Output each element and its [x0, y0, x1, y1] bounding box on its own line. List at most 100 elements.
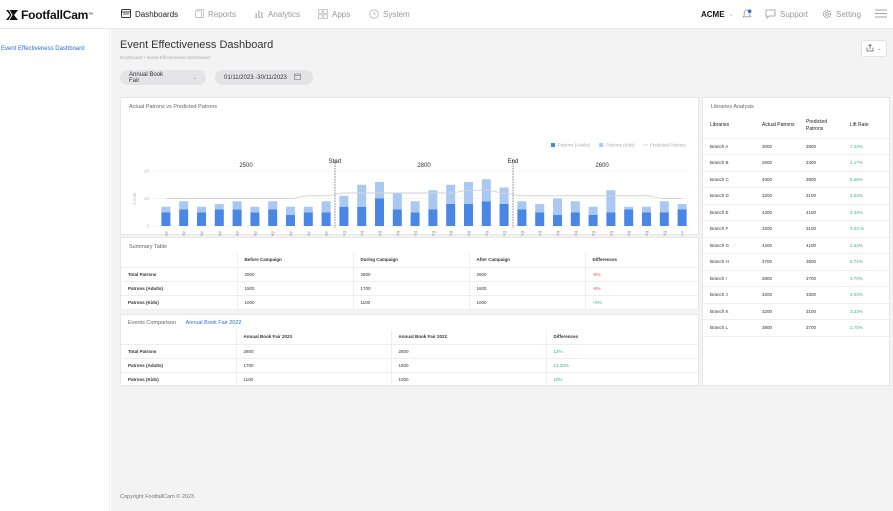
- brand-name: FootfallCam: [21, 7, 89, 22]
- support-button[interactable]: Support: [765, 8, 808, 21]
- table-cell: 4100: [799, 237, 843, 254]
- x-tick-label: 08 Aug: [466, 231, 471, 236]
- reports-icon: [195, 9, 204, 20]
- table-cell: 2600: [468, 267, 585, 282]
- table-cell: Branch A: [703, 138, 755, 155]
- chevron-down-icon: ⌄: [877, 45, 882, 52]
- bar-kids: [642, 206, 651, 213]
- notifications-button[interactable]: [742, 8, 752, 21]
- x-tick-label: 10 Aug: [502, 231, 507, 236]
- table-cell: 4200: [755, 204, 799, 221]
- summary-card: Summary Table Before Campaign During Cam…: [120, 237, 699, 310]
- table-cell: Branch D: [703, 187, 755, 205]
- x-tick-label: 13 Aug: [555, 231, 560, 236]
- legend-swatch: [551, 143, 555, 147]
- table-cell: Branch F: [703, 220, 755, 238]
- bar-kids: [214, 204, 224, 210]
- setting-label: Setting: [836, 10, 861, 19]
- lift-rate-cell: 3.03%: [843, 286, 889, 304]
- bar-adults: [268, 209, 278, 226]
- legend-label: Patrons (Adults): [558, 143, 591, 148]
- compare-event-link[interactable]: Annual Book Fair 2022: [186, 320, 242, 326]
- nav-system-label: System: [383, 10, 410, 19]
- calendar-icon: [293, 73, 301, 82]
- account-selector[interactable]: ACME ⌄: [701, 8, 734, 21]
- table-cell: 2400: [799, 154, 843, 172]
- summary-table: Before Campaign During Campaign After Ca…: [121, 253, 698, 310]
- events-comparison-table: Annual Book Fair 2023 Annual Book Fair 2…: [121, 330, 698, 387]
- campaign-marker-label: End: [508, 159, 519, 165]
- table-header: After Campaign: [468, 253, 585, 268]
- bar-adults: [659, 212, 669, 226]
- bar-kids: [464, 182, 473, 204]
- x-tick-label: 28 Sep: [288, 231, 293, 236]
- x-tick-label: 18 Aug: [644, 231, 649, 236]
- phase-total-label: 2800: [417, 163, 431, 169]
- table-cell: Branch J: [703, 286, 755, 304]
- page-title: Event Effectiveness Dashboard: [120, 39, 274, 51]
- gear-icon: [822, 9, 832, 21]
- bar-adults: [553, 215, 562, 226]
- table-cell: Branch I: [703, 270, 755, 287]
- hamburger-menu-icon: [875, 9, 887, 20]
- sidebar-item-event-effectiveness[interactable]: Event Effectiveness Dashboard: [1, 46, 85, 52]
- nav-system[interactable]: System: [369, 8, 410, 21]
- row-label: Total Patrons: [121, 267, 237, 282]
- breadcrumb[interactable]: Dashboard > Event Effectiveness Dashboar…: [120, 55, 210, 60]
- libraries-table: Libraries Actual Patrons Predicted Patro…: [703, 114, 889, 337]
- bar-kids: [392, 193, 402, 210]
- nav-analytics[interactable]: Analytics: [254, 8, 300, 21]
- lift-rate-cell: 3.23 %: [843, 220, 889, 238]
- event-select[interactable]: Annual Book Fair ⌄: [120, 70, 206, 85]
- bar-kids: [161, 206, 171, 213]
- bar-kids: [659, 201, 669, 213]
- table-header: Differences: [584, 253, 698, 268]
- nav-reports-label: Reports: [208, 10, 237, 19]
- bar-kids: [588, 206, 598, 215]
- table-cell: 3200: [755, 303, 799, 320]
- bar-kids: [624, 206, 634, 210]
- table-row: Patrons (Adults) 1700 1500 13.33%: [121, 358, 698, 373]
- difference-cell: 12%: [545, 344, 698, 359]
- table-cell: 3800: [799, 171, 843, 188]
- x-tick-label: 19 Aug: [662, 231, 667, 236]
- table-cell: 3300: [799, 286, 843, 304]
- bar-kids: [303, 206, 313, 213]
- bar-kids: [517, 201, 527, 210]
- lift-rate-cell: 2.44%: [843, 237, 889, 254]
- table-cell: 1000: [390, 372, 546, 387]
- nav-dashboards[interactable]: Dashboards: [121, 8, 178, 21]
- analytics-icon: [254, 9, 264, 20]
- bar-adults: [375, 198, 384, 226]
- table-header: Annual Book Fair 2023: [235, 330, 391, 345]
- table-row: Branch F 3200 3100 3.23 %: [703, 220, 889, 238]
- brand-logo[interactable]: FootfallCam ™: [6, 7, 93, 22]
- menu-button[interactable]: [875, 8, 887, 21]
- patrons-chart: 0 10 20 Count 21 Sep 22 Sep 23 Sep 24 Sep 25 Sep…: [132, 143, 691, 236]
- table-row: Branch G 4200 4100 2.44%: [703, 237, 889, 254]
- nav-apps[interactable]: Apps: [318, 8, 350, 21]
- libraries-table-body: Branch A 3000 2800 7.14% Branch B 2500 2400 4.1…: [703, 138, 889, 337]
- events-comparison-title: Events Comparison: [128, 320, 176, 326]
- date-range-picker[interactable]: 01/11/2023 -30/11/2023: [215, 70, 313, 85]
- table-cell: 4200: [755, 237, 799, 254]
- bar-kids: [375, 182, 384, 199]
- bar-kids: [232, 201, 242, 210]
- difference-cell: +0%: [584, 295, 698, 310]
- logo-icon: [6, 9, 18, 21]
- table-cell: 3500: [799, 253, 843, 271]
- predicted-line: [165, 189, 683, 199]
- bar-kids: [321, 201, 331, 213]
- table-cell: 3200: [755, 187, 799, 205]
- y-tick-label: 10: [144, 196, 150, 201]
- x-tick-label: 15 Aug: [591, 231, 596, 236]
- nav-reports[interactable]: Reports: [195, 8, 236, 21]
- bar-kids: [677, 204, 687, 210]
- settings-button[interactable]: Setting: [822, 8, 861, 21]
- lift-rate-cell: 2.44%: [843, 204, 889, 221]
- table-cell: 2800: [799, 138, 843, 155]
- x-tick-label: 12 Aug: [537, 231, 542, 236]
- share-button[interactable]: ⌄: [861, 40, 887, 57]
- x-tick-label: 05 Aug: [413, 231, 418, 236]
- main-content: Event Effectiveness Dashboard Dashboard …: [111, 29, 893, 511]
